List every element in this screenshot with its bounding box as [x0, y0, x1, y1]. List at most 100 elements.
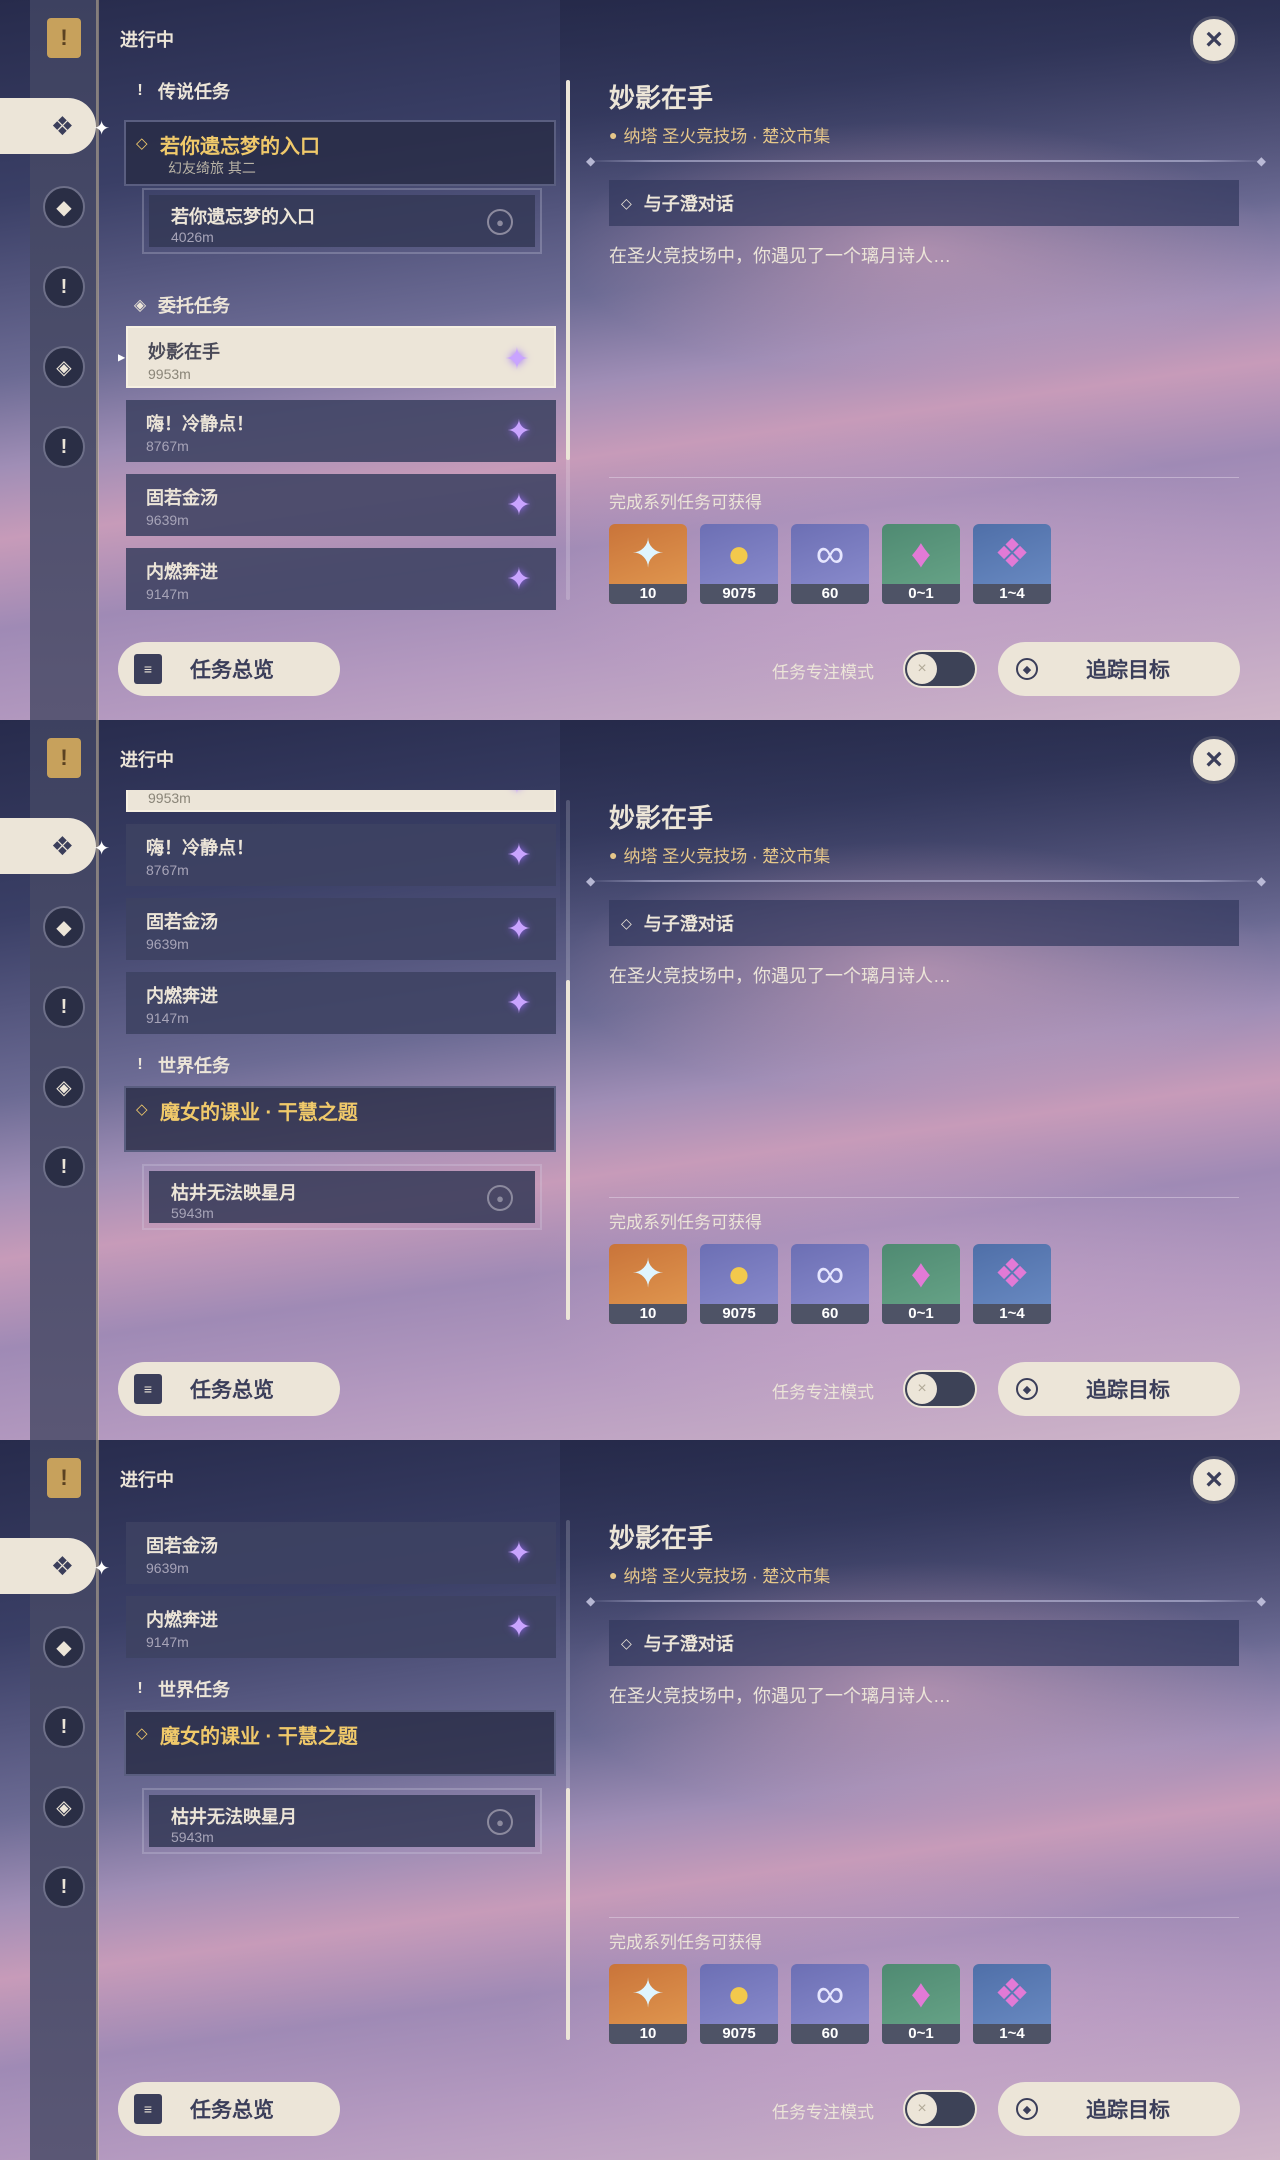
- close-button[interactable]: ×: [1190, 736, 1238, 784]
- commission-tab[interactable]: ❖ ✦: [0, 818, 110, 874]
- crystal-cluster-icon: ❖: [994, 1972, 1030, 2016]
- quest-panel-1: ! ❖ ✦ ◆ ! ◈ ! 进行中 × ! 传说任务 ◇ 若你遗忘梦的入口 幻友绮旅…: [0, 0, 1280, 720]
- archon-quest-tab[interactable]: ◆: [43, 186, 85, 228]
- toggle-off-icon: ×: [907, 2094, 937, 2124]
- crystal-cluster-icon: ❖: [994, 532, 1030, 576]
- quest-objective: ◇ 与子澄对话: [609, 180, 1239, 226]
- overview-button[interactable]: ≡ 任务总览: [118, 642, 340, 696]
- commission-tab[interactable]: ❖ ✦: [0, 1538, 110, 1594]
- list-item-commission[interactable]: 嗨！冷静点！ 8767m ✦: [126, 400, 556, 462]
- commission-tab[interactable]: ❖ ✦: [0, 98, 110, 154]
- location-pin-icon: ●: [609, 1566, 618, 1583]
- world-quest-tab[interactable]: ◈: [43, 1066, 85, 1108]
- reward-list: ✦ 10 ● 9075 ∞ 60 ♦ 0~1 ❖ 1~4: [609, 1244, 1051, 1324]
- focus-mode-toggle[interactable]: ×: [903, 2090, 977, 2128]
- track-button[interactable]: ◆ 追踪目标: [998, 642, 1240, 696]
- story-quest-tab[interactable]: !: [43, 266, 85, 308]
- list-item-commission[interactable]: 固若金汤 9639m ✦: [126, 898, 556, 960]
- section-world: ! 世界任务: [137, 1056, 230, 1076]
- archon-quest-tab[interactable]: ◆: [43, 906, 85, 948]
- diamond-icon: ◇: [136, 135, 148, 152]
- quest-description: 在圣火竞技场中，你遇见了一个璃月诗人…: [609, 966, 951, 986]
- reward-mora[interactable]: ● 9075: [700, 1244, 778, 1324]
- quest-list[interactable]: 妙影在手9953m✦ 嗨！冷静点！8767m✦ 固若金汤9639m✦ 内燃奔进9…: [118, 790, 564, 1330]
- story-quest-tab[interactable]: !: [43, 986, 85, 1028]
- list-item-commission[interactable]: 妙影在手9953m✦: [126, 790, 556, 812]
- list-item-commission[interactable]: 嗨！冷静点！ 8767m ✦: [126, 824, 556, 886]
- list-scrollbar[interactable]: [566, 800, 570, 1320]
- bookmark-icon[interactable]: !: [47, 18, 81, 58]
- reward-adventure-exp[interactable]: ∞ 60: [791, 524, 869, 604]
- list-item-commission[interactable]: 固若金汤 9639m ✦: [126, 474, 556, 536]
- bookmark-icon[interactable]: !: [47, 1458, 81, 1498]
- track-button[interactable]: ◆ 追踪目标: [998, 1362, 1240, 1416]
- section-legend: ! 传说任务: [137, 82, 230, 102]
- quest-list[interactable]: ! 传说任务 ◇ 若你遗忘梦的入口 幻友绮旅 其二 若你遗忘梦的入口 4026m ●…: [118, 70, 564, 610]
- reward-list: ✦ 10 ● 9075 ∞ 60 ♦ 0~1 ❖ 1~4: [609, 524, 1051, 604]
- list-scrollbar[interactable]: [566, 80, 570, 600]
- quest-list[interactable]: 嗨！冷静点！8767m✦ 固若金汤9639m✦ 内燃奔进9147m✦ !世界任务…: [118, 1510, 564, 2050]
- quest-panel-3: ! ❖✦ ◆ ! ◈ ! 进行中 × 嗨！冷静点！8767m✦ 固若金汤9639…: [0, 1440, 1280, 2160]
- world-quest-group[interactable]: ◇ 魔女的课业 · 干慧之题: [124, 1086, 556, 1152]
- reward-crystal-cluster[interactable]: ❖ 1~4: [973, 1964, 1051, 2044]
- focus-mode-toggle[interactable]: ×: [903, 1370, 977, 1408]
- story-quest-tab[interactable]: !: [43, 1706, 85, 1748]
- event-quest-tab[interactable]: !: [43, 1866, 85, 1908]
- reward-crystal-cluster[interactable]: ❖ 1~4: [973, 524, 1051, 604]
- adventure-exp-icon: ∞: [815, 531, 845, 576]
- overview-button[interactable]: ≡ 任务总览: [118, 1362, 340, 1416]
- map-pin-icon[interactable]: ●: [487, 1809, 513, 1835]
- archon-quest-tab[interactable]: ◆: [43, 1626, 85, 1668]
- reward-adventure-exp[interactable]: ∞ 60: [791, 1964, 869, 2044]
- reward-primogem[interactable]: ✦ 10: [609, 1964, 687, 2044]
- reward-primogem[interactable]: ✦ 10: [609, 1244, 687, 1324]
- list-item-commission[interactable]: 固若金汤 9639m ✦: [126, 1522, 556, 1584]
- status-header: 进行中: [120, 750, 174, 770]
- reward-crystal-cluster[interactable]: ❖ 1~4: [973, 1244, 1051, 1324]
- focus-mode-toggle[interactable]: ×: [903, 650, 977, 688]
- close-button[interactable]: ×: [1190, 16, 1238, 64]
- event-quest-tab[interactable]: !: [43, 1146, 85, 1188]
- legend-quest-group[interactable]: ◇ 若你遗忘梦的入口 幻友绮旅 其二: [124, 120, 556, 186]
- list-item-commission[interactable]: 内燃奔进 9147m ✦: [126, 1596, 556, 1658]
- reward-mora[interactable]: ● 9075: [700, 1964, 778, 2044]
- event-quest-tab[interactable]: !: [43, 426, 85, 468]
- adventure-exp-icon: ∞: [815, 1251, 845, 1296]
- diamond-icon: ◇: [621, 1634, 632, 1651]
- commission-star-icon: ✦: [504, 342, 530, 376]
- primogem-icon: ✦: [631, 1252, 665, 1296]
- reward-mora[interactable]: ● 9075: [700, 524, 778, 604]
- status-header: 进行中: [120, 30, 174, 50]
- quest-title: 妙影在手: [609, 803, 714, 833]
- mora-icon: ●: [726, 531, 752, 576]
- world-quest-group[interactable]: ◇ 魔女的课业 · 干慧之题: [124, 1710, 556, 1776]
- commission-icon: ❖: [50, 830, 74, 861]
- overview-button[interactable]: ≡ 任务总览: [118, 2082, 340, 2136]
- reward-label: 完成系列任务可获得: [609, 1213, 762, 1232]
- track-button[interactable]: ◆ 追踪目标: [998, 2082, 1240, 2136]
- legend-subquest[interactable]: 若你遗忘梦的入口 4026m ●: [142, 188, 542, 254]
- world-subquest[interactable]: 枯井无法映星月 5943m ●: [142, 1788, 542, 1854]
- screenshot-stack: ! ❖ ✦ ◆ ! ◈ ! 进行中 × ! 传说任务 ◇ 若你遗忘梦的入口 幻友绮旅…: [0, 0, 1280, 2160]
- close-button[interactable]: ×: [1190, 1456, 1238, 1504]
- world-quest-tab[interactable]: ◈: [43, 346, 85, 388]
- map-pin-icon[interactable]: ●: [487, 209, 513, 235]
- quest-description: 在圣火竞技场中，你遇见了一个璃月诗人…: [609, 1686, 951, 1706]
- reward-primogem[interactable]: ✦ 10: [609, 524, 687, 604]
- world-quest-tab[interactable]: ◈: [43, 1786, 85, 1828]
- map-pin-icon[interactable]: ●: [487, 1185, 513, 1211]
- reward-crystal[interactable]: ♦ 0~1: [882, 1244, 960, 1324]
- list-scrollbar[interactable]: [566, 1520, 570, 2040]
- bookmark-icon[interactable]: !: [47, 738, 81, 778]
- reward-adventure-exp[interactable]: ∞ 60: [791, 1244, 869, 1324]
- reward-crystal[interactable]: ♦ 0~1: [882, 1964, 960, 2044]
- focus-mode-label: 任务专注模式: [772, 663, 874, 682]
- reward-label: 完成系列任务可获得: [609, 1933, 762, 1952]
- toggle-off-icon: ×: [907, 654, 937, 684]
- list-item-commission[interactable]: 内燃奔进 9147m ✦: [126, 972, 556, 1034]
- list-item-commission[interactable]: ▶ 妙影在手 9953m ✦: [118, 326, 556, 388]
- list-item-commission[interactable]: 内燃奔进 9147m ✦: [126, 548, 556, 610]
- reward-crystal[interactable]: ♦ 0~1: [882, 524, 960, 604]
- world-subquest[interactable]: 枯井无法映星月 5943m ●: [142, 1164, 542, 1230]
- crystal-icon: ♦: [910, 531, 932, 576]
